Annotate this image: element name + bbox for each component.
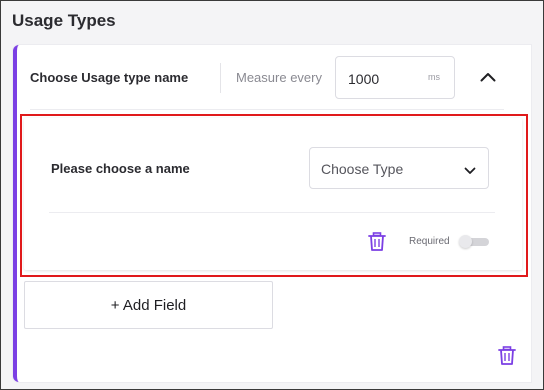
delete-field-button[interactable]	[368, 232, 386, 256]
measure-every-label: Measure every	[236, 70, 322, 85]
add-field-button[interactable]: + Add Field	[24, 281, 273, 329]
field-divider	[49, 212, 495, 213]
toggle-knob	[459, 235, 472, 248]
type-select-value: Choose Type	[321, 161, 404, 177]
required-label: Required	[409, 236, 450, 247]
delete-usage-type-button[interactable]	[498, 346, 516, 370]
highlight-box	[20, 114, 528, 277]
chevron-up-icon	[480, 73, 496, 82]
required-toggle[interactable]	[459, 235, 489, 248]
trash-icon	[498, 346, 516, 365]
trash-icon	[368, 232, 386, 251]
collapse-button[interactable]	[474, 63, 502, 91]
header-divider	[220, 63, 221, 93]
measure-unit-label: ms	[428, 72, 440, 82]
section-title: Usage Types	[12, 11, 116, 30]
field-name-label[interactable]: Please choose a name	[51, 161, 190, 176]
chevron-down-icon	[464, 162, 476, 180]
header-divider-line	[30, 109, 504, 110]
measure-interval-value[interactable]: 1000	[348, 71, 379, 87]
usage-type-name[interactable]: Choose Usage type name	[30, 70, 188, 85]
type-select[interactable]: Choose Type	[309, 147, 489, 189]
measure-interval-input[interactable]: 1000 ms	[335, 56, 455, 99]
